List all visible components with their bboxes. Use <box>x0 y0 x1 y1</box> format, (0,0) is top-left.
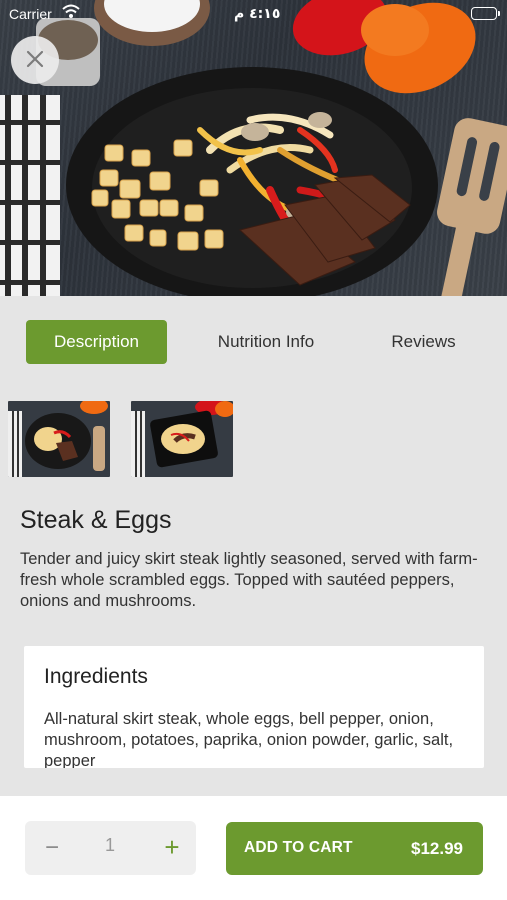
ingredients-card: Ingredients All-natural skirt steak, who… <box>24 646 484 768</box>
battery-icon <box>471 7 500 20</box>
quantity-stepper: − 1 + <box>25 821 196 875</box>
increase-quantity-button[interactable]: + <box>157 832 187 862</box>
wifi-icon <box>62 4 80 23</box>
product-hero-image: Carrier ٤:١٥ م <box>0 0 507 296</box>
product-description: Tender and juicy skirt steak lightly sea… <box>20 550 478 610</box>
close-icon <box>25 45 45 76</box>
status-bar: Carrier ٤:١٥ م <box>0 0 507 28</box>
status-carrier: Carrier <box>9 6 52 22</box>
ingredients-heading: Ingredients <box>44 665 148 688</box>
status-time: ٤:١٥ م <box>234 6 281 22</box>
bottom-cart-bar: − 1 + ADD TO CART $12.99 <box>0 796 507 900</box>
tab-description[interactable]: Description <box>26 320 167 364</box>
food-photo <box>0 0 507 296</box>
close-button[interactable] <box>11 36 59 84</box>
product-tabs: Description Nutrition Info Reviews <box>0 296 507 390</box>
decrease-quantity-button[interactable]: − <box>38 833 66 863</box>
tab-nutrition-info[interactable]: Nutrition Info <box>190 320 342 364</box>
product-title: Steak & Eggs <box>20 506 172 534</box>
tab-reviews[interactable]: Reviews <box>366 320 481 364</box>
plus-icon: + <box>164 831 180 862</box>
minus-icon: − <box>44 834 59 861</box>
quantity-value: 1 <box>104 835 115 855</box>
ingredients-text: All-natural skirt steak, whole eggs, bel… <box>44 710 454 768</box>
product-thumbnail-2[interactable] <box>131 401 233 477</box>
product-thumbnail-1[interactable] <box>8 401 110 477</box>
add-to-cart-label: ADD TO CART <box>244 839 353 856</box>
product-price: $12.99 <box>411 839 463 858</box>
add-to-cart-button[interactable]: ADD TO CART $12.99 <box>226 822 483 875</box>
